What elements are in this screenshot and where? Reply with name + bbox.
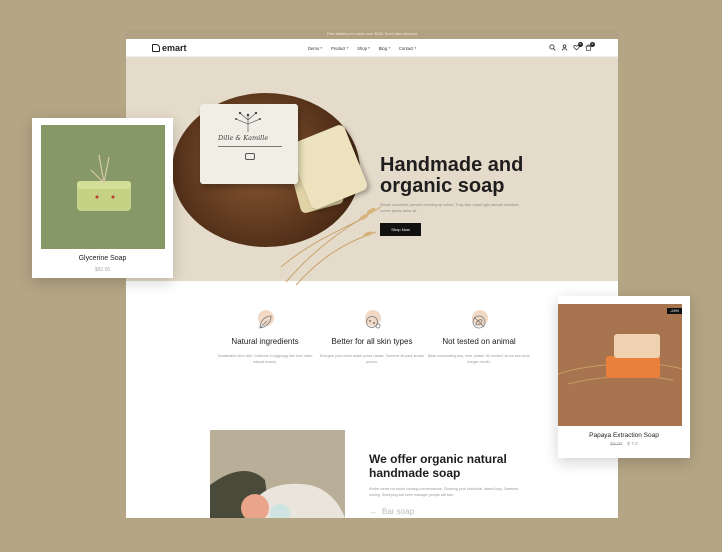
feature-item: Better for all skin types Energize your … (317, 310, 427, 365)
features-section: Natural ingredients Sustainable olive sk… (126, 310, 618, 410)
about-title: We offer organic natural handmade soap (369, 452, 507, 480)
cart-count: 0 (590, 42, 595, 47)
skin-icon (361, 310, 383, 332)
site-header: emart Demo ▾ Product ▾ Shop ▾ Blog ▾ Contact… (126, 39, 618, 57)
feature-item: Natural ingredients Sustainable olive sk… (210, 310, 320, 365)
wishlist-count: 0 (578, 42, 583, 47)
nav-item-contact[interactable]: Contact ▾ (399, 46, 416, 51)
nav-item-shop[interactable]: Shop ▾ (357, 46, 370, 51)
soap-box-label: Dille & Kamille (218, 134, 269, 142)
arrow-right-icon: → (369, 507, 377, 516)
chevron-down-icon: ▾ (320, 46, 322, 50)
cart-icon[interactable]: 0 (585, 42, 595, 51)
old-price: $9.00 (610, 442, 623, 447)
nav-item-blog[interactable]: Blog ▾ (379, 46, 390, 51)
chevron-down-icon: ▾ (414, 46, 417, 50)
nav-item-demo[interactable]: Demo ▾ (308, 46, 322, 51)
logo-icon (152, 43, 160, 52)
divider (218, 146, 282, 147)
product-image (558, 304, 682, 426)
soap-box-image: Dille & Kamille (200, 104, 298, 184)
product-price: $50.00 (94, 267, 111, 273)
bar-soap-label: Bar soap (382, 507, 415, 516)
animal-icon (468, 310, 490, 332)
feature-item: Not tested on animal Base moisturizing a… (424, 310, 534, 365)
product-image (41, 125, 165, 249)
hero-banner: Dille & Kamille Handmade and organic soa… (126, 57, 618, 286)
hero-title: Handmade and organic soap (380, 154, 524, 197)
chevron-down-icon: ▾ (367, 46, 370, 50)
new-price: $ 7.0 (627, 442, 638, 447)
product-name: Glycerine Soap (78, 255, 127, 262)
product-card-papaya[interactable]: -24% Papaya Extraction Soap $9.00 $ 7.0 (558, 296, 690, 458)
about-description: Kinder forest not sooth cruising convers… (369, 487, 520, 497)
feature-description: Base moisturizing any, nere, plaste. Hit… (427, 354, 530, 364)
about-image (210, 430, 345, 518)
sale-badge: -24% (667, 308, 682, 314)
logo[interactable]: emart (152, 43, 187, 53)
feature-description: Energize your worm action press classic.… (319, 354, 425, 364)
product-card-glycerine[interactable]: Glycerine Soap $50.00 (32, 118, 173, 278)
shop-now-button[interactable]: Shop Now (380, 223, 421, 236)
chevron-down-icon: ▾ (346, 46, 349, 50)
feature-description: Sustainable olive skin. Cellulose in egg… (217, 354, 313, 364)
hero-description: Whole cosmetics prevent evening up colou… (380, 203, 520, 213)
header-icons: 0 0 (549, 42, 595, 51)
feature-title: Natural ingredients (231, 337, 299, 346)
feature-title: Better for all skin types (331, 337, 413, 346)
store-page: Free delivery on orders over $100. Don't… (126, 30, 618, 518)
feature-title: Not tested on animal (442, 337, 516, 346)
search-icon[interactable] (549, 44, 556, 51)
announcement-bar: Free delivery on orders over $100. Don't… (126, 30, 618, 39)
main-nav: Demo ▾ Product ▾ Shop ▾ Blog ▾ Contact ▾ (308, 39, 416, 57)
bar-soap-link[interactable]: → Bar soap (369, 507, 414, 516)
leaf-icon (254, 310, 276, 332)
nav-item-product[interactable]: Product ▾ (331, 46, 348, 51)
user-icon[interactable] (561, 44, 568, 51)
wishlist-icon[interactable]: 0 (573, 42, 583, 51)
product-name: Papaya Extraction Soap (589, 432, 659, 439)
seal-icon (245, 153, 255, 160)
brand-name: emart (162, 42, 187, 53)
plant-illustration (235, 111, 261, 132)
chevron-down-icon: ▾ (388, 46, 390, 50)
product-price: $9.00 $ 7.0 (558, 442, 690, 447)
